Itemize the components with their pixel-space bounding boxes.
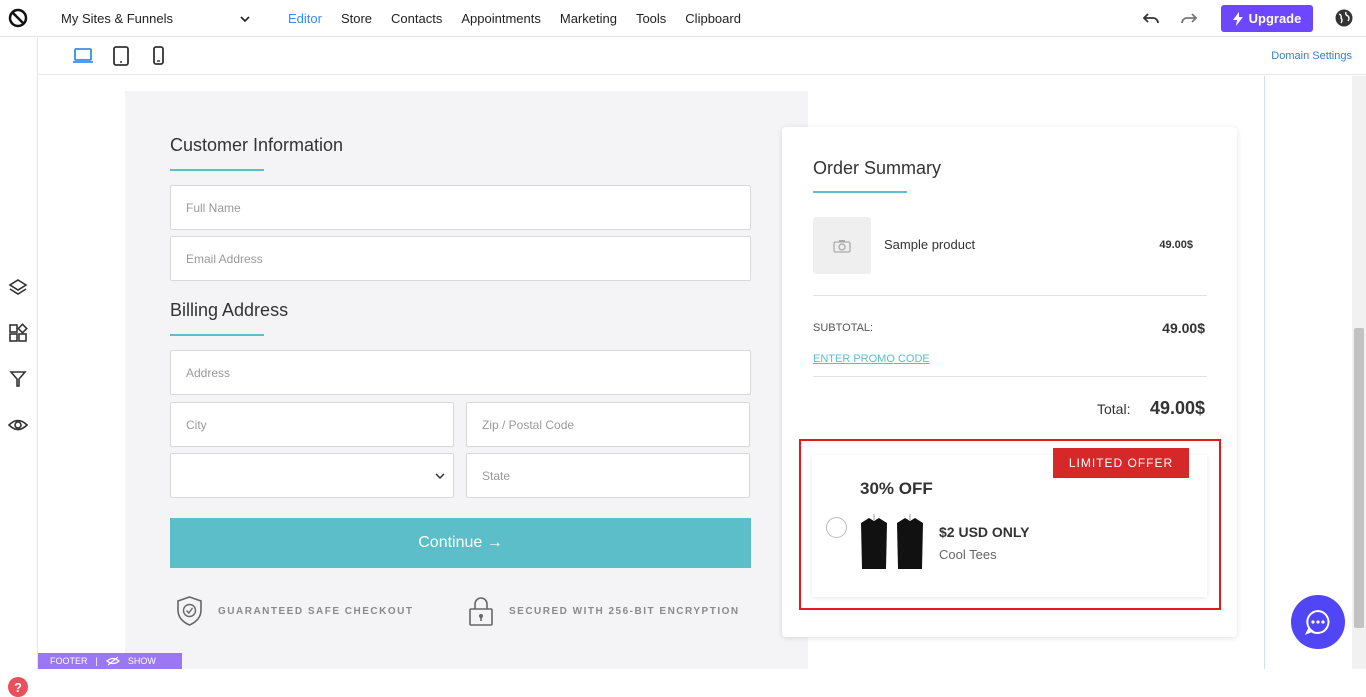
widgets-icon[interactable] — [8, 323, 28, 343]
tshirt-product-image — [861, 514, 923, 569]
redo-icon[interactable] — [1180, 10, 1198, 26]
zip-field[interactable]: Zip / Postal Code — [466, 402, 750, 447]
nav-contacts[interactable]: Contacts — [391, 11, 442, 26]
billing-title-rule — [170, 334, 264, 336]
city-field[interactable]: City — [170, 402, 454, 447]
chevron-down-icon — [435, 473, 445, 480]
upgrade-button[interactable]: Upgrade — [1221, 5, 1313, 32]
lock-icon — [469, 597, 493, 626]
full-name-field[interactable]: Full Name — [170, 185, 751, 230]
chat-bubble-icon — [1304, 609, 1330, 635]
country-select[interactable] — [170, 453, 454, 498]
city-placeholder: City — [186, 417, 207, 432]
summary-divider — [813, 295, 1207, 296]
shield-check-icon — [177, 596, 202, 626]
offer-product-name: Cool Tees — [939, 547, 997, 562]
state-field[interactable]: State — [466, 453, 750, 498]
billing-address-title: Billing Address — [170, 300, 289, 320]
tablet-view-icon[interactable] — [110, 46, 132, 66]
left-rail: ? — [0, 38, 38, 697]
chat-button[interactable] — [1291, 595, 1345, 649]
product-price: 49.00$ — [1159, 239, 1193, 251]
undo-icon[interactable] — [1142, 10, 1160, 26]
total-value: 49.00$ — [1149, 398, 1205, 418]
footer-separator: | — [95, 656, 98, 666]
nav-clipboard[interactable]: Clipboard — [685, 11, 741, 26]
desktop-view-icon[interactable] — [72, 46, 94, 66]
trust-safe-checkout: GUARANTEED SAFE CHECKOUT — [175, 595, 413, 627]
trust-safe-checkout-label: GUARANTEED SAFE CHECKOUT — [218, 605, 414, 617]
canvas-scrollbar[interactable] — [1352, 76, 1366, 669]
help-button[interactable]: ? — [8, 677, 28, 697]
funnel-icon[interactable] — [8, 369, 28, 389]
footer-show-label[interactable]: SHOW — [128, 656, 156, 666]
globe-icon[interactable] — [1334, 8, 1354, 28]
nav-marketing[interactable]: Marketing — [560, 11, 617, 26]
customer-title-rule — [170, 169, 264, 171]
footer-toggle[interactable]: FOOTER | SHOW — [38, 653, 182, 669]
order-summary-rule — [813, 191, 907, 193]
total-label: Total: — [1097, 401, 1131, 417]
state-placeholder: State — [482, 468, 511, 483]
lightning-icon — [1232, 11, 1243, 26]
nav-editor[interactable]: Editor — [288, 11, 322, 26]
nav-tools[interactable]: Tools — [636, 11, 666, 26]
address-placeholder: Address — [186, 365, 231, 380]
offer-price: $2 USD ONLY — [939, 524, 1030, 540]
eye-off-icon — [105, 656, 120, 666]
top-bar: My Sites & Funnels Editor Store Contacts… — [0, 0, 1366, 37]
eye-icon[interactable] — [8, 415, 28, 435]
promo-code-link[interactable]: ENTER PROMO CODE — [813, 353, 930, 365]
site-select[interactable]: My Sites & Funnels — [61, 11, 173, 26]
subtotal-label: SUBTOTAL: — [813, 322, 874, 334]
product-thumbnail — [813, 217, 871, 274]
product-name: Sample product — [884, 237, 976, 252]
continue-button[interactable]: Continue → — [170, 518, 751, 568]
domain-settings-link[interactable]: Domain Settings — [1271, 50, 1352, 62]
upgrade-label: Upgrade — [1248, 11, 1302, 26]
trust-encryption-label: SECURED WITH 256-BIT ENCRYPTION — [509, 605, 740, 617]
limited-offer-badge: LIMITED OFFER — [1053, 448, 1189, 478]
email-placeholder: Email Address — [186, 251, 263, 266]
main-nav: Editor Store Contacts Appointments Marke… — [288, 11, 760, 26]
order-summary-title: Order Summary — [813, 158, 942, 178]
offer-radio[interactable] — [826, 517, 847, 538]
scroll-thumb[interactable] — [1354, 328, 1364, 628]
offer-title: 30% OFF — [860, 479, 933, 498]
continue-label: Continue → — [418, 534, 503, 551]
logo-icon[interactable] — [8, 8, 28, 28]
right-panel — [1264, 76, 1352, 669]
zip-placeholder: Zip / Postal Code — [482, 417, 575, 432]
summary-divider — [813, 376, 1207, 377]
nav-appointments[interactable]: Appointments — [461, 11, 541, 26]
device-bar: Domain Settings — [39, 38, 1366, 75]
address-field[interactable]: Address — [170, 350, 751, 395]
customer-info-title: Customer Information — [170, 135, 344, 155]
footer-label: FOOTER — [50, 656, 88, 666]
chevron-down-icon[interactable] — [238, 12, 252, 26]
camera-icon — [833, 239, 851, 253]
subtotal-value: 49.00$ — [1162, 320, 1205, 336]
email-field[interactable]: Email Address — [170, 236, 751, 281]
layers-icon[interactable] — [8, 277, 28, 297]
nav-store[interactable]: Store — [341, 11, 372, 26]
mobile-view-icon[interactable] — [147, 46, 169, 66]
trust-encryption: SECURED WITH 256-BIT ENCRYPTION — [467, 595, 740, 627]
full-name-placeholder: Full Name — [186, 200, 241, 215]
